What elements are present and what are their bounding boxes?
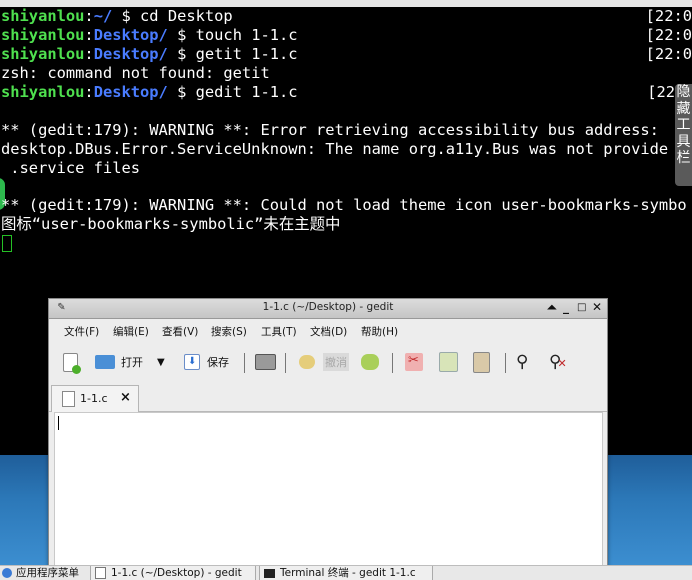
apps-menu-label: 应用程序菜单	[16, 567, 79, 579]
menu-search[interactable]: 搜索(S)	[211, 324, 247, 339]
task-label: Terminal 终端 - gedit 1-1.c	[280, 567, 416, 579]
menu-help[interactable]: 帮助(H)	[361, 324, 398, 339]
document-tabs: 1-1.c ×	[49, 385, 607, 412]
copy-icon	[439, 352, 458, 372]
document-icon	[62, 391, 75, 407]
gedit-window[interactable]: ✎ 1-1.c (~/Desktop) - gedit ⏶ _ □ ✕ 文件(F…	[48, 298, 608, 570]
text-editor[interactable]	[54, 412, 603, 569]
search-button[interactable]: ⚲	[516, 350, 528, 374]
side-panel-char: 藏	[676, 100, 691, 117]
toolbar-separator	[505, 353, 506, 373]
save-label: 保存	[207, 356, 229, 369]
terminal-task-icon	[264, 568, 275, 578]
side-panel-char: 隐	[676, 84, 691, 100]
print-button[interactable]	[255, 350, 276, 374]
new-button[interactable]	[63, 350, 81, 374]
maximize-icon[interactable]: □	[577, 302, 586, 313]
clipboard-icon	[473, 351, 490, 373]
tab-close-button[interactable]: ×	[120, 390, 131, 405]
side-panel-char: 工	[676, 117, 691, 133]
tab-1-1-c[interactable]: 1-1.c ×	[51, 385, 139, 412]
menu-tools[interactable]: 工具(T)	[261, 324, 297, 339]
new-document-icon	[63, 352, 81, 374]
menu-file[interactable]: 文件(F)	[64, 324, 99, 339]
open-label: 打开	[121, 356, 143, 369]
search-icon: ⚲	[516, 352, 529, 372]
terminal-line: zsh: command not found: getit	[1, 64, 270, 82]
terminal-line: desktop.DBus.Error.ServiceUnknown: The n…	[1, 140, 669, 158]
terminal-line: shiyanlou:~/ $ cd Desktop	[1, 7, 233, 25]
copy-button[interactable]	[439, 350, 458, 374]
undo-button[interactable]: 撤消	[299, 350, 349, 374]
redo-button[interactable]	[361, 350, 379, 374]
side-panel-char: 具	[676, 133, 691, 150]
terminal-line: shiyanlou:Desktop/ $ getit 1-1.c	[1, 45, 298, 63]
terminal-cursor	[2, 235, 12, 252]
toolbar-separator	[285, 353, 286, 373]
terminal-line: ** (gedit:179): WARNING **: Could not lo…	[1, 196, 687, 214]
terminal-line: 图标“user-bookmarks-symbolic”未在主题中	[1, 215, 341, 233]
menu-edit[interactable]: 编辑(E)	[113, 324, 149, 339]
redo-icon	[361, 354, 379, 370]
terminal-timestamp: [22:0	[645, 45, 692, 63]
task-label: 1-1.c (~/Desktop) - gedit	[111, 567, 242, 579]
text-caret	[58, 416, 59, 430]
applications-menu-button[interactable]: 应用程序菜单	[2, 566, 79, 580]
terminal-timestamp: [22:0	[645, 7, 692, 25]
save-icon: ⬇	[184, 354, 200, 370]
cut-button[interactable]: ✂	[405, 350, 423, 374]
window-top-edge	[0, 0, 692, 7]
gedit-titlebar[interactable]: ✎ 1-1.c (~/Desktop) - gedit ⏶ _ □ ✕	[49, 299, 607, 319]
toolbar: 打开 ▼ ⬇ 保存 撤消 ✂ ⚲ ⚲✕	[49, 343, 607, 383]
apps-menu-icon	[2, 568, 12, 578]
undo-label: 撤消	[323, 353, 349, 371]
minimize-icon[interactable]: _	[563, 300, 569, 314]
hide-toolbar-button[interactable]: 隐 藏 工 具 栏	[675, 84, 692, 186]
side-panel-char: 栏	[676, 150, 691, 166]
tab-label: 1-1.c	[80, 392, 108, 405]
terminal-line: ** (gedit:179): WARNING **: Error retrie…	[1, 121, 659, 139]
menubar: 文件(F) 编辑(E) 查看(V) 搜索(S) 工具(T) 文档(D) 帮助(H…	[49, 319, 607, 341]
terminal-line: shiyanlou:Desktop/ $ touch 1-1.c	[1, 26, 298, 44]
taskbar: 应用程序菜单 1-1.c (~/Desktop) - gedit Termina…	[0, 565, 692, 580]
dropdown-arrow-icon: ▼	[157, 356, 165, 368]
undo-icon	[299, 355, 315, 369]
menu-documents[interactable]: 文档(D)	[310, 324, 347, 339]
gedit-task-icon	[95, 567, 106, 579]
open-dropdown-button[interactable]: ▼	[157, 350, 165, 374]
terminal-timestamp: [22:0	[645, 26, 692, 44]
replace-button[interactable]: ⚲✕	[549, 350, 567, 374]
save-button[interactable]: ⬇ 保存	[184, 350, 229, 374]
folder-icon	[95, 355, 115, 369]
taskbar-gedit-button[interactable]: 1-1.c (~/Desktop) - gedit	[90, 566, 256, 580]
search-replace-icon: ⚲✕	[549, 352, 567, 372]
terminal-line: shiyanlou:Desktop/ $ gedit 1-1.c	[1, 83, 298, 101]
open-button[interactable]: 打开	[95, 350, 143, 374]
menu-view[interactable]: 查看(V)	[162, 324, 198, 339]
terminal-line: .service files	[1, 159, 140, 177]
paste-button[interactable]	[473, 350, 490, 374]
toolbar-separator	[392, 353, 393, 373]
printer-icon	[255, 354, 276, 370]
scissors-icon: ✂	[405, 353, 423, 371]
terminal-timestamp: [22	[647, 83, 675, 101]
shade-icon[interactable]: ⏶	[547, 300, 557, 315]
toolbar-separator	[244, 353, 245, 373]
close-icon[interactable]: ✕	[592, 300, 602, 314]
taskbar-terminal-button[interactable]: Terminal 终端 - gedit 1-1.c	[259, 566, 433, 580]
window-title: 1-1.c (~/Desktop) - gedit	[262, 301, 394, 313]
